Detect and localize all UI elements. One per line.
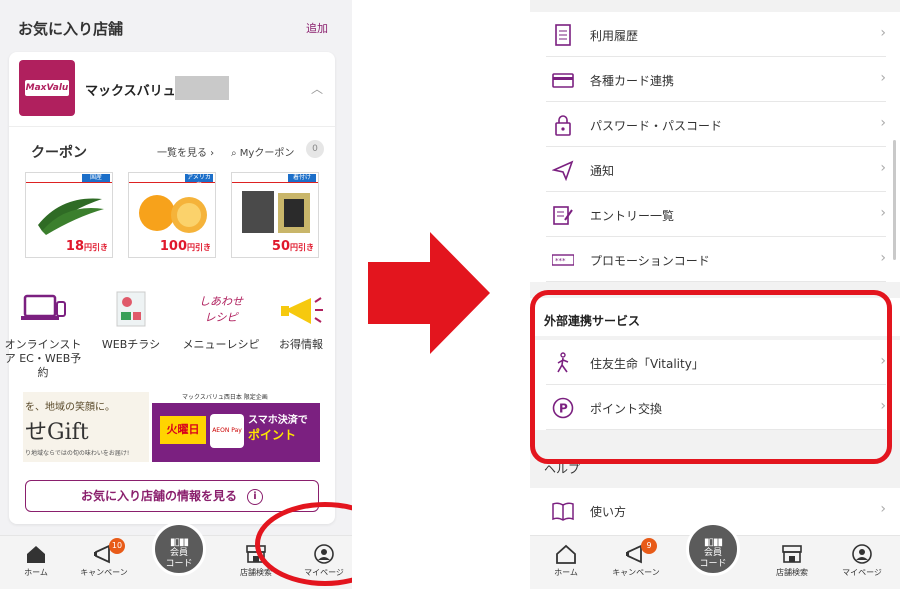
favorite-store-info-button[interactable]: お気に入り店舗の情報を見る i: [25, 480, 319, 512]
bottom-tab-bar: ホーム 9 キャンペーン ▮▯▮▮ 会員 コード 店舗検索 マイページ: [530, 522, 900, 589]
barcode-icon: ▮▯▮▮: [169, 537, 189, 548]
megaphone-icon: [277, 288, 325, 332]
chevron-right-icon: ›: [880, 160, 886, 176]
store-logo: MaxValu: [19, 60, 75, 116]
coupon-card[interactable]: 国産 18円引き: [25, 172, 113, 258]
book-icon: [552, 502, 574, 521]
home-icon: [25, 544, 47, 564]
chevron-right-icon: ›: [880, 70, 886, 86]
tab-campaign[interactable]: 10 キャンペーン: [74, 538, 134, 578]
campaign-count-badge: 9: [641, 538, 657, 554]
tab-store-search[interactable]: 店舗検索: [762, 544, 822, 578]
chevron-right-icon: ›: [880, 25, 886, 41]
menu-notification[interactable]: 通知 ›: [546, 147, 886, 192]
orange-image: [139, 195, 207, 233]
favorite-store-card: MaxValu マックスバリュ ︿ クーポン 一覧を見る › ⌕ Myクーポン …: [5, 52, 335, 524]
lock-icon: [555, 115, 571, 136]
tab-home[interactable]: ホーム: [536, 544, 596, 578]
paper-plane-icon: [552, 160, 574, 181]
member-code-button[interactable]: ▮▯▮▮ 会員 コード: [686, 522, 740, 576]
chevron-right-icon: ›: [880, 115, 886, 131]
megaphone-icon: 10: [93, 538, 125, 564]
view-all-coupons-link[interactable]: 一覧を見る ›: [157, 144, 214, 159]
my-coupon-count-badge: 0: [306, 140, 324, 158]
my-coupon-link[interactable]: ⌕ Myクーポン: [231, 144, 294, 159]
tab-mypage[interactable]: マイページ: [832, 544, 892, 578]
home-icon: [555, 544, 577, 564]
redacted-store-branch: [175, 76, 229, 100]
feature-online-store[interactable]: オンラインストア EC・WEB予約: [3, 288, 83, 380]
gift-banner[interactable]: を、地域の笑顔に。 せGift り地域ならではの旬の味わいをお届け!: [23, 392, 149, 462]
svg-text:***: ***: [555, 257, 566, 265]
chevron-right-icon: ›: [880, 250, 886, 266]
add-favorite-link[interactable]: 追加: [306, 20, 328, 36]
cucumber-image: [32, 187, 108, 237]
favorites-header: お気に入り店舗 追加: [0, 0, 352, 48]
barcode-icon: ▮▯▮▮: [703, 537, 723, 548]
chevron-right-icon: ›: [880, 205, 886, 221]
laptop-icon: [19, 288, 67, 332]
menu-password[interactable]: パスワード・パスコード ›: [546, 102, 886, 147]
chevron-right-icon: ›: [880, 501, 886, 517]
scrollbar[interactable]: [893, 140, 896, 260]
menu-card-link[interactable]: 各種カード連携 ›: [546, 57, 886, 102]
tag-icon: ⌕: [231, 148, 237, 159]
user-circle-icon: [851, 544, 873, 564]
campaign-count-badge: 10: [109, 538, 125, 554]
member-code-button[interactable]: ▮▯▮▮ 会員 コード: [152, 522, 206, 576]
aeon-pay-banner[interactable]: マックスバリュ西日本 限定企画 火曜日 AEON Pay スマホ決済で ポイント: [152, 392, 320, 462]
tab-home[interactable]: ホーム: [6, 544, 66, 578]
megaphone-icon: 9: [625, 538, 657, 564]
feature-menu-recipe[interactable]: しあわせ レシピ メニューレシピ: [181, 288, 261, 352]
promo-code-icon: ***: [552, 254, 574, 266]
feature-web-flyer[interactable]: WEBチラシ: [91, 288, 171, 352]
info-icon: i: [247, 488, 263, 505]
product-pack-image: [242, 191, 310, 233]
menu-usage-history[interactable]: 利用履歴 ›: [546, 12, 886, 57]
coupon-section-title: クーポン: [31, 145, 87, 161]
coupon-card[interactable]: アメリカ産 100円引き: [128, 172, 216, 258]
menu-entry-list[interactable]: エントリー一覧 ›: [546, 192, 886, 237]
edit-list-icon: [553, 206, 573, 225]
left-screen-home: お気に入り店舗 追加 MaxValu マックスバリュ ︿ クーポン 一覧を見る …: [0, 0, 352, 589]
annotation-rectangle: [530, 290, 892, 464]
chevron-up-icon[interactable]: ︿: [311, 80, 323, 97]
store-icon: [781, 544, 803, 564]
comparison-screenshot: お気に入り店舗 追加 MaxValu マックスバリュ ︿ クーポン 一覧を見る …: [0, 0, 900, 589]
recipe-logo-icon: しあわせ レシピ: [199, 295, 243, 324]
receipt-icon: [555, 24, 571, 46]
arrow-right-icon: [368, 232, 490, 354]
tab-campaign[interactable]: 9 キャンペーン: [606, 538, 666, 578]
card-icon: [552, 73, 574, 88]
favorites-title: お気に入り店舗: [18, 20, 124, 38]
divider: [9, 126, 335, 127]
store-name: マックスバリュ: [85, 84, 176, 99]
flyer-icon: [107, 288, 155, 332]
coupon-card[interactable]: 着付け 50円引き: [231, 172, 319, 258]
menu-promotion-code[interactable]: *** プロモーションコード ›: [546, 237, 886, 282]
feature-deals[interactable]: お得情報: [261, 288, 341, 352]
